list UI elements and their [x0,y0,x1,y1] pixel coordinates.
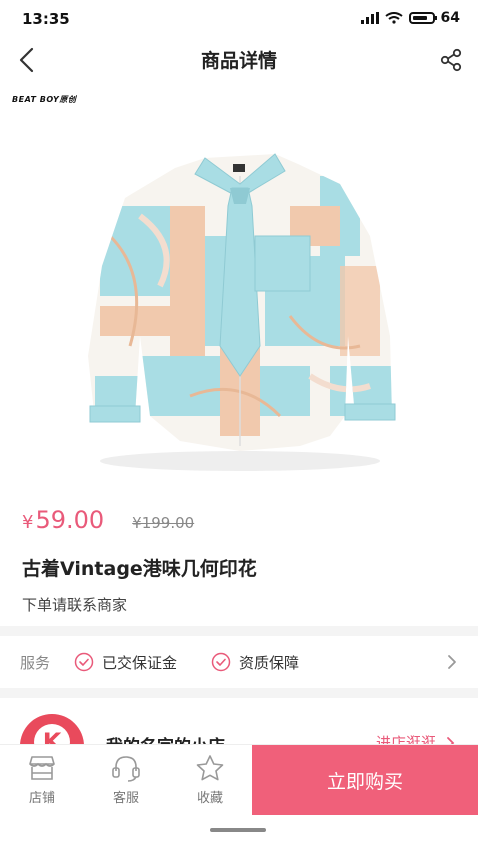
tab-store[interactable]: 店铺 [12,753,72,806]
product-subtitle: 下单请联系商家 [22,596,128,614]
status-bar: 13:35 64 [0,0,478,40]
original-price: ¥199.00 [132,514,195,532]
section-divider [0,626,478,636]
price-value: 59.00 [35,506,105,534]
bottom-action-bar: 店铺 客服 收藏 立即购买 [0,744,478,815]
tab-customer-service[interactable]: 客服 [96,753,156,806]
price-row: ¥59.00 ¥199.00 [22,506,194,542]
brand-tag: BEAT BOY原创 [12,95,77,104]
price-symbol: ¥ [22,512,34,533]
battery-icon [408,12,437,24]
battery-level: 64 [440,10,460,26]
signal-icon [360,12,379,24]
chevron-right-icon[interactable] [446,652,458,672]
nav-bar: 商品详情 [0,40,478,80]
share-icon[interactable] [436,45,466,75]
service-row[interactable]: 服务 已交保证金 资质保障 [0,636,478,688]
buy-now-button[interactable]: 立即购买 [252,745,478,815]
service-item-label: 已交保证金 [102,653,178,672]
store-icon [29,756,55,780]
wifi-icon [384,12,403,24]
shirt-illustration [88,153,396,471]
product-title: 古着Vintage港味几何印花 [22,558,257,580]
status-time: 13:35 [22,10,70,28]
check-circle-icon [74,652,94,672]
tab-customer-service-label: 客服 [112,791,139,806]
section-divider [0,688,478,698]
headset-icon [112,756,140,782]
product-image[interactable]: BEAT BOY原创 [0,86,478,496]
page-title: 商品详情 [200,50,277,72]
tab-store-label: 店铺 [28,791,55,806]
star-icon [196,755,224,781]
service-label: 服务 [20,653,51,672]
service-item-qualification: 资质保障 [211,652,299,673]
tab-favorite[interactable]: 收藏 [180,753,240,806]
current-price: ¥59.00 [22,506,104,534]
service-item-deposit: 已交保证金 [74,652,177,673]
check-circle-icon [211,652,231,672]
status-icons: 64 [360,10,460,26]
tab-favorite-label: 收藏 [196,791,223,806]
service-item-label: 资质保障 [239,653,300,672]
home-indicator[interactable] [210,828,266,832]
